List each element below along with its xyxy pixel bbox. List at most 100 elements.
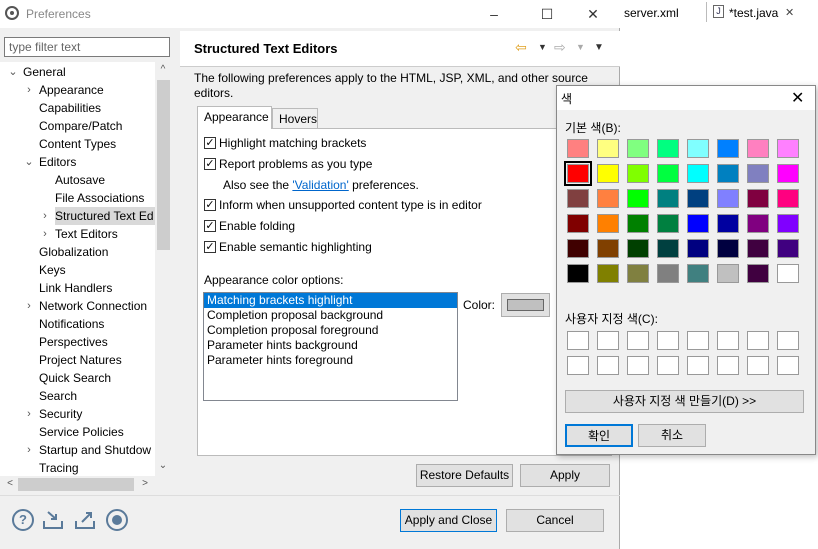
basic-color-swatch[interactable] [657,214,679,233]
tree-item[interactable]: Keys [39,261,66,279]
color-picker-button[interactable] [501,293,550,317]
basic-color-swatch[interactable] [777,239,799,258]
collapsed-icon[interactable]: › [40,207,50,225]
tree-item[interactable]: Security [39,405,82,423]
custom-color-swatch[interactable] [687,356,709,375]
custom-color-swatch[interactable] [777,331,799,350]
apply-button[interactable]: Apply [520,464,610,487]
basic-color-swatch[interactable] [717,264,739,283]
basic-color-swatch[interactable] [657,189,679,208]
basic-color-swatch[interactable] [567,239,589,258]
custom-color-swatch[interactable] [717,331,739,350]
maximize-button[interactable]: ☐ [537,4,557,24]
tree-item[interactable]: General [23,63,66,81]
restore-defaults-button[interactable]: Restore Defaults [416,464,513,487]
custom-color-swatch[interactable] [567,331,589,350]
basic-color-swatch[interactable] [747,239,769,258]
basic-color-swatch[interactable] [777,164,799,183]
tree-item[interactable]: Quick Search [39,369,111,387]
collapsed-icon[interactable]: › [40,225,50,243]
basic-color-swatch[interactable] [567,139,589,158]
basic-color-swatch[interactable] [567,264,589,283]
scroll-up-icon[interactable]: ^ [156,64,170,75]
color-option-item[interactable]: Parameter hints foreground [204,353,457,368]
custom-color-swatch[interactable] [567,356,589,375]
custom-color-swatch[interactable] [747,331,769,350]
basic-color-swatch[interactable] [657,139,679,158]
tree-hscroll-thumb[interactable] [18,478,134,491]
tab-hovers[interactable]: Hovers [272,108,318,128]
tree-scroll-thumb[interactable] [157,80,170,250]
custom-color-swatch[interactable] [627,331,649,350]
basic-color-swatch[interactable] [717,189,739,208]
tree-item[interactable]: Editors [39,153,76,171]
basic-color-swatch[interactable] [687,239,709,258]
scroll-right-icon[interactable]: > [138,478,152,489]
editor-tab-test-java[interactable]: J *test.java ✕ [706,2,818,22]
collapsed-icon[interactable]: › [24,297,34,315]
tree-item[interactable]: Link Handlers [39,279,112,297]
custom-color-swatch[interactable] [747,356,769,375]
tree-item[interactable]: Autosave [55,171,105,189]
custom-color-swatch[interactable] [777,356,799,375]
tree-item[interactable]: Tracing [39,459,79,476]
export-icon[interactable] [74,509,96,531]
tree-item[interactable]: Notifications [39,315,104,333]
tree-item[interactable]: Appearance [39,81,104,99]
tree-item[interactable]: Compare/Patch [39,117,122,135]
color-options-list[interactable]: Matching brackets highlight Completion pr… [203,292,458,401]
custom-color-swatch[interactable] [657,356,679,375]
tree-item[interactable]: Network Connection [39,297,147,315]
basic-color-swatch[interactable] [597,164,619,183]
filter-input[interactable] [4,37,170,57]
basic-color-swatch[interactable] [777,214,799,233]
close-icon[interactable]: ✕ [791,88,804,108]
basic-color-swatch[interactable] [657,264,679,283]
forward-arrow-icon[interactable]: ⇨ [554,39,566,56]
basic-color-swatch[interactable] [597,264,619,283]
import-icon[interactable] [42,509,64,531]
scroll-down-icon[interactable]: ⌄ [156,460,170,471]
collapsed-icon[interactable]: › [24,441,34,459]
basic-color-swatch[interactable] [597,189,619,208]
basic-color-swatch[interactable] [597,214,619,233]
basic-color-swatch[interactable] [747,264,769,283]
define-custom-colors-button[interactable]: 사용자 지정 색 만들기(D) >> [565,390,804,413]
basic-color-swatch[interactable] [627,189,649,208]
tree-item[interactable]: Perspectives [39,333,108,351]
basic-color-swatch[interactable] [627,214,649,233]
basic-color-swatch[interactable] [777,139,799,158]
back-arrow-icon[interactable]: ⇦ [515,39,527,56]
basic-color-swatch[interactable] [687,164,709,183]
tree-item[interactable]: Service Policies [39,423,124,441]
cancel-button[interactable]: Cancel [506,509,604,532]
basic-color-swatch[interactable] [747,139,769,158]
scroll-left-icon[interactable]: < [3,478,17,489]
tree-item[interactable]: Search [39,387,77,405]
basic-color-swatch[interactable] [567,189,589,208]
basic-color-swatch[interactable] [717,214,739,233]
basic-color-swatch[interactable] [657,239,679,258]
custom-color-swatch[interactable] [657,331,679,350]
apply-and-close-button[interactable]: Apply and Close [400,509,497,532]
basic-color-swatch[interactable] [597,239,619,258]
basic-color-swatch[interactable] [687,214,709,233]
tree-item[interactable]: Project Natures [39,351,122,369]
collapsed-icon[interactable]: › [24,81,34,99]
color-option-item[interactable]: Matching brackets highlight [204,293,457,308]
basic-color-swatch[interactable] [564,161,592,186]
tree-item[interactable]: Startup and Shutdow [39,441,151,459]
custom-color-swatch[interactable] [597,331,619,350]
custom-color-swatch[interactable] [627,356,649,375]
tree-item[interactable]: Text Editors [55,225,118,243]
expanded-icon[interactable]: ⌄ [24,153,34,171]
color-cancel-button[interactable]: 취소 [638,424,706,447]
basic-color-swatch[interactable] [717,239,739,258]
forward-menu-icon[interactable]: ▼ [576,42,585,52]
back-menu-icon[interactable]: ▼ [538,42,547,52]
basic-color-swatch[interactable] [627,239,649,258]
help-icon[interactable]: ? [12,509,34,531]
custom-color-swatch[interactable] [687,331,709,350]
basic-color-swatch[interactable] [627,139,649,158]
basic-color-swatch[interactable] [747,189,769,208]
